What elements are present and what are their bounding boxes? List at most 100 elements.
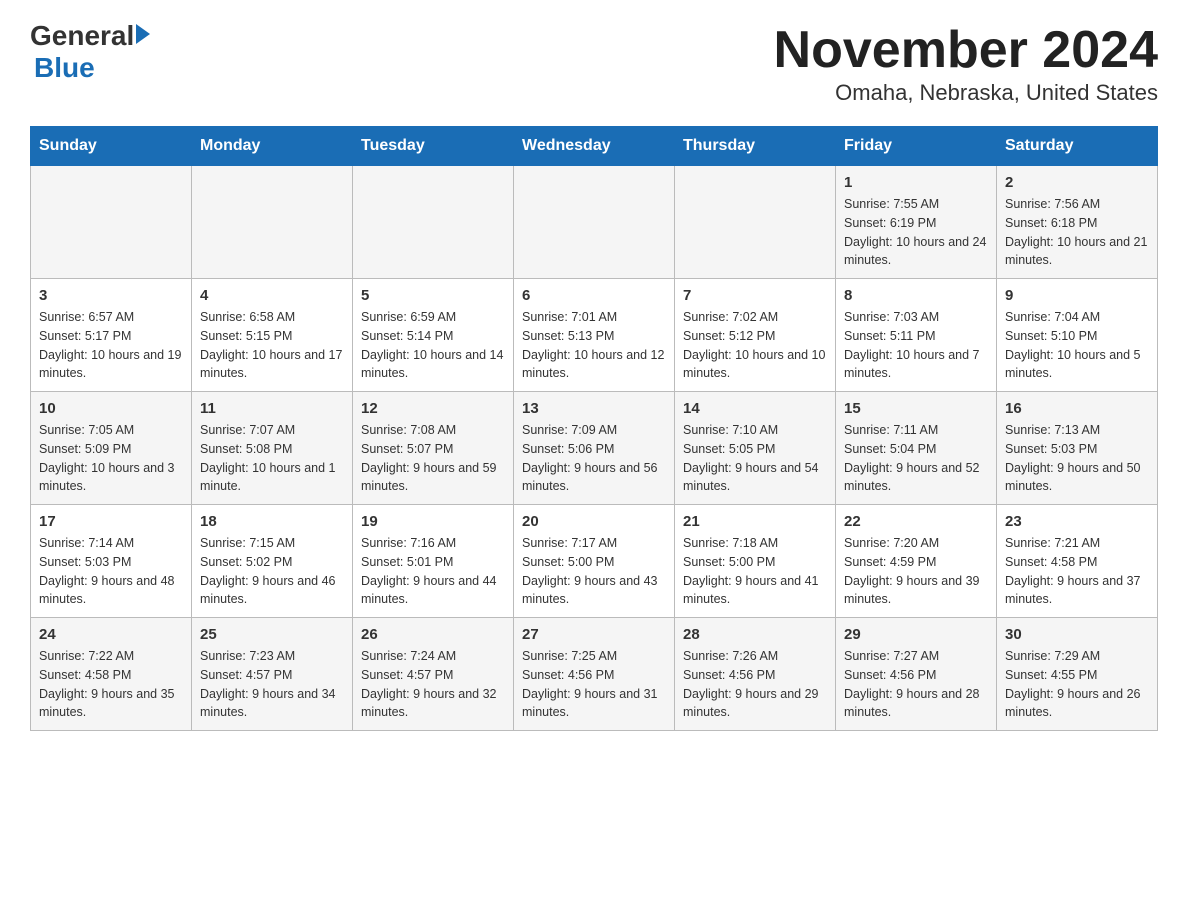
page-header: General Blue November 2024 Omaha, Nebras… <box>30 20 1158 106</box>
day-info: Sunrise: 7:04 AMSunset: 5:10 PMDaylight:… <box>1005 308 1149 383</box>
header-tuesday: Tuesday <box>353 127 514 166</box>
header-friday: Friday <box>836 127 997 166</box>
day-info: Sunrise: 7:20 AMSunset: 4:59 PMDaylight:… <box>844 534 988 609</box>
table-row: 20 Sunrise: 7:17 AMSunset: 5:00 PMDayligh… <box>514 505 675 618</box>
table-row: 14 Sunrise: 7:10 AMSunset: 5:05 PMDayligh… <box>675 392 836 505</box>
table-row: 12Sunrise: 7:08 AMSunset: 5:07 PMDayligh… <box>353 392 514 505</box>
day-info: Sunrise: 7:26 AMSunset: 4:56 PMDaylight:… <box>683 647 827 722</box>
day-info: Sunrise: 7:03 AMSunset: 5:11 PMDaylight:… <box>844 308 988 383</box>
table-row: 4Sunrise: 6:58 AMSunset: 5:15 PMDaylight… <box>192 279 353 392</box>
day-info: Sunrise: 7:14 AMSunset: 5:03 PMDaylight:… <box>39 534 183 609</box>
table-row: 11 Sunrise: 7:07 AMSunset: 5:08 PMDayligh… <box>192 392 353 505</box>
day-number: 27 <box>522 626 666 643</box>
logo-arrow-icon <box>136 24 150 44</box>
day-info: Sunrise: 7:05 AMSunset: 5:09 PMDaylight:… <box>39 421 183 496</box>
day-info: Sunrise: 6:58 AMSunset: 5:15 PMDaylight:… <box>200 308 344 383</box>
day-number: 11 <box>200 400 344 417</box>
day-info: Sunrise: 7:15 AMSunset: 5:02 PMDaylight:… <box>200 534 344 609</box>
day-number: 16 <box>1005 400 1149 417</box>
table-row: 10 Sunrise: 7:05 AMSunset: 5:09 PMDayligh… <box>31 392 192 505</box>
table-row: 29Sunrise: 7:27 AMSunset: 4:56 PMDayligh… <box>836 618 997 731</box>
table-row: 26Sunrise: 7:24 AMSunset: 4:57 PMDayligh… <box>353 618 514 731</box>
table-row: 7 Sunrise: 7:02 AMSunset: 5:12 PMDaylight… <box>675 279 836 392</box>
day-info: Sunrise: 7:11 AMSunset: 5:04 PMDaylight:… <box>844 421 988 496</box>
day-info: Sunrise: 7:10 AMSunset: 5:05 PMDaylight:… <box>683 421 827 496</box>
table-row: 23 Sunrise: 7:21 AMSunset: 4:58 PMDayligh… <box>997 505 1158 618</box>
day-number: 15 <box>844 400 988 417</box>
logo-general-text: General <box>30 20 134 52</box>
header-thursday: Thursday <box>675 127 836 166</box>
day-number: 1 <box>844 174 988 191</box>
day-info: Sunrise: 7:17 AMSunset: 5:00 PMDaylight:… <box>522 534 666 609</box>
calendar-week-row: 3 Sunrise: 6:57 AMSunset: 5:17 PMDaylight… <box>31 279 1158 392</box>
day-number: 14 <box>683 400 827 417</box>
table-row <box>31 166 192 279</box>
table-row: 2 Sunrise: 7:56 AMSunset: 6:18 PMDaylight… <box>997 166 1158 279</box>
table-row: 15 Sunrise: 7:11 AMSunset: 5:04 PMDayligh… <box>836 392 997 505</box>
day-number: 12 <box>361 400 505 417</box>
table-row: 21 Sunrise: 7:18 AMSunset: 5:00 PMDayligh… <box>675 505 836 618</box>
table-row: 6 Sunrise: 7:01 AMSunset: 5:13 PMDaylight… <box>514 279 675 392</box>
day-info: Sunrise: 7:16 AMSunset: 5:01 PMDaylight:… <box>361 534 505 609</box>
logo: General Blue <box>30 20 150 84</box>
table-row: 13Sunrise: 7:09 AMSunset: 5:06 PMDayligh… <box>514 392 675 505</box>
day-number: 30 <box>1005 626 1149 643</box>
day-number: 2 <box>1005 174 1149 191</box>
calendar-week-row: 10 Sunrise: 7:05 AMSunset: 5:09 PMDayligh… <box>31 392 1158 505</box>
table-row: 22 Sunrise: 7:20 AMSunset: 4:59 PMDayligh… <box>836 505 997 618</box>
table-row: 9Sunrise: 7:04 AMSunset: 5:10 PMDaylight… <box>997 279 1158 392</box>
day-number: 6 <box>522 287 666 304</box>
table-row: 16 Sunrise: 7:13 AMSunset: 5:03 PMDayligh… <box>997 392 1158 505</box>
day-info: Sunrise: 7:24 AMSunset: 4:57 PMDaylight:… <box>361 647 505 722</box>
table-row: 17 Sunrise: 7:14 AMSunset: 5:03 PMDayligh… <box>31 505 192 618</box>
day-info: Sunrise: 7:13 AMSunset: 5:03 PMDaylight:… <box>1005 421 1149 496</box>
header-sunday: Sunday <box>31 127 192 166</box>
table-row: 3 Sunrise: 6:57 AMSunset: 5:17 PMDaylight… <box>31 279 192 392</box>
day-info: Sunrise: 6:59 AMSunset: 5:14 PMDaylight:… <box>361 308 505 383</box>
header-wednesday: Wednesday <box>514 127 675 166</box>
table-row: 28Sunrise: 7:26 AMSunset: 4:56 PMDayligh… <box>675 618 836 731</box>
calendar-week-row: 24Sunrise: 7:22 AMSunset: 4:58 PMDayligh… <box>31 618 1158 731</box>
day-info: Sunrise: 7:18 AMSunset: 5:00 PMDaylight:… <box>683 534 827 609</box>
calendar-table: Sunday Monday Tuesday Wednesday Thursday… <box>30 126 1158 731</box>
day-info: Sunrise: 7:22 AMSunset: 4:58 PMDaylight:… <box>39 647 183 722</box>
day-number: 29 <box>844 626 988 643</box>
day-info: Sunrise: 7:25 AMSunset: 4:56 PMDaylight:… <box>522 647 666 722</box>
day-number: 18 <box>200 513 344 530</box>
logo-blue-text: Blue <box>34 52 150 84</box>
table-row <box>675 166 836 279</box>
table-row <box>353 166 514 279</box>
day-info: Sunrise: 7:56 AMSunset: 6:18 PMDaylight:… <box>1005 195 1149 270</box>
table-row: 8 Sunrise: 7:03 AMSunset: 5:11 PMDaylight… <box>836 279 997 392</box>
day-number: 19 <box>361 513 505 530</box>
day-number: 3 <box>39 287 183 304</box>
day-number: 22 <box>844 513 988 530</box>
day-info: Sunrise: 7:01 AMSunset: 5:13 PMDaylight:… <box>522 308 666 383</box>
day-number: 7 <box>683 287 827 304</box>
title-block: November 2024 Omaha, Nebraska, United St… <box>774 20 1158 106</box>
day-info: Sunrise: 7:21 AMSunset: 4:58 PMDaylight:… <box>1005 534 1149 609</box>
day-number: 10 <box>39 400 183 417</box>
calendar-subtitle: Omaha, Nebraska, United States <box>774 80 1158 106</box>
table-row: 25 Sunrise: 7:23 AMSunset: 4:57 PMDayligh… <box>192 618 353 731</box>
table-row: 18 Sunrise: 7:15 AMSunset: 5:02 PMDayligh… <box>192 505 353 618</box>
day-number: 23 <box>1005 513 1149 530</box>
day-number: 25 <box>200 626 344 643</box>
calendar-week-row: 17 Sunrise: 7:14 AMSunset: 5:03 PMDayligh… <box>31 505 1158 618</box>
day-number: 5 <box>361 287 505 304</box>
day-info: Sunrise: 7:07 AMSunset: 5:08 PMDaylight:… <box>200 421 344 496</box>
table-row <box>514 166 675 279</box>
table-row <box>192 166 353 279</box>
day-number: 17 <box>39 513 183 530</box>
table-row: 1Sunrise: 7:55 AMSunset: 6:19 PMDaylight… <box>836 166 997 279</box>
day-info: Sunrise: 6:57 AMSunset: 5:17 PMDaylight:… <box>39 308 183 383</box>
table-row: 24Sunrise: 7:22 AMSunset: 4:58 PMDayligh… <box>31 618 192 731</box>
day-number: 20 <box>522 513 666 530</box>
day-info: Sunrise: 7:23 AMSunset: 4:57 PMDaylight:… <box>200 647 344 722</box>
day-info: Sunrise: 7:29 AMSunset: 4:55 PMDaylight:… <box>1005 647 1149 722</box>
day-number: 8 <box>844 287 988 304</box>
day-number: 21 <box>683 513 827 530</box>
table-row: 19 Sunrise: 7:16 AMSunset: 5:01 PMDayligh… <box>353 505 514 618</box>
calendar-week-row: 1Sunrise: 7:55 AMSunset: 6:19 PMDaylight… <box>31 166 1158 279</box>
day-info: Sunrise: 7:02 AMSunset: 5:12 PMDaylight:… <box>683 308 827 383</box>
